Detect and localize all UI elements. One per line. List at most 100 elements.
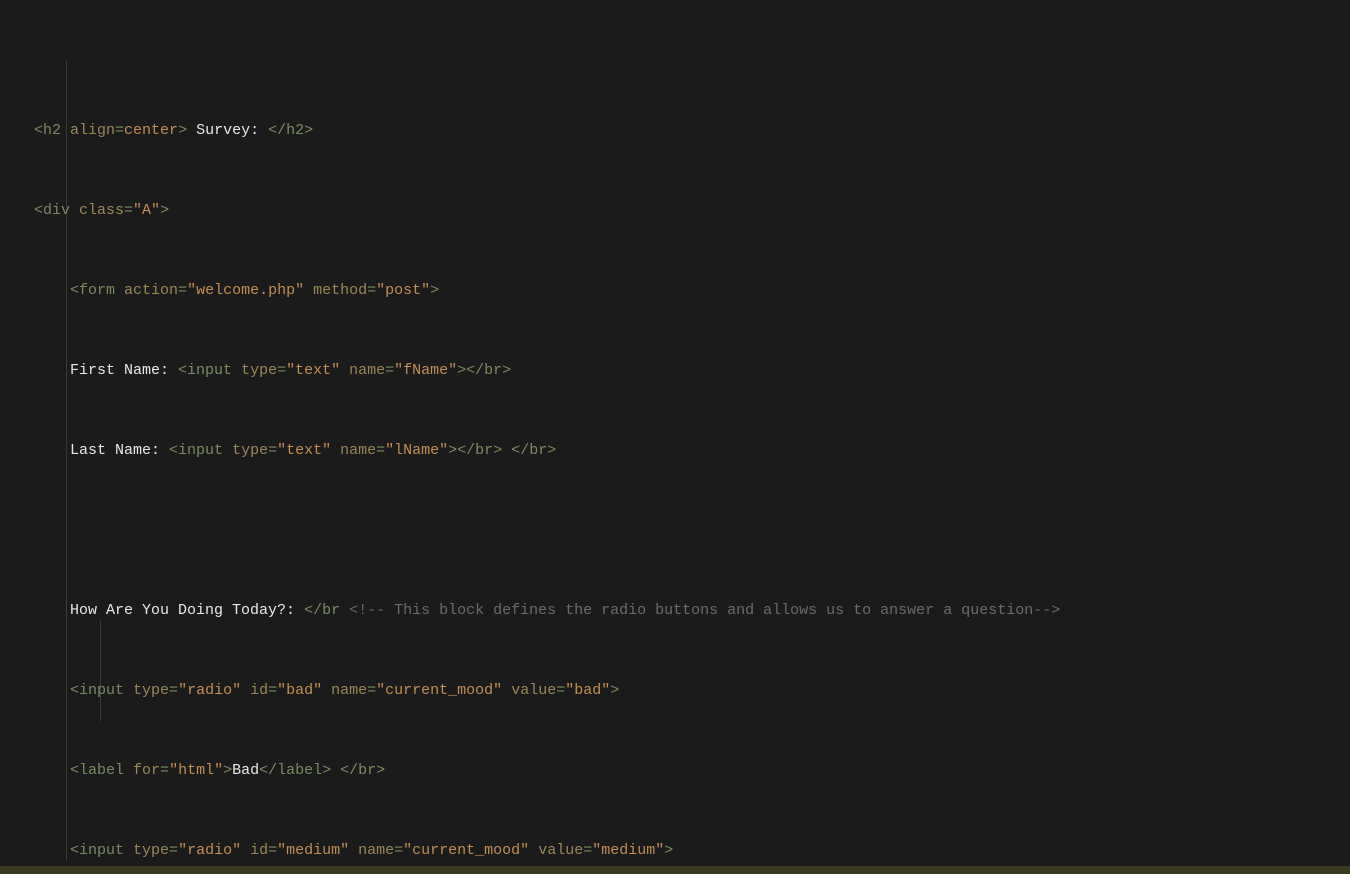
val-token: "post" bbox=[376, 282, 430, 299]
tag-token: </br> bbox=[340, 762, 385, 779]
eq-token: = bbox=[124, 202, 133, 219]
punct-token: > bbox=[610, 682, 619, 699]
attr-token: action bbox=[115, 282, 178, 299]
punct-token: > bbox=[457, 362, 466, 379]
text-token: Bad bbox=[232, 762, 259, 779]
tag-token: </br> bbox=[511, 442, 556, 459]
tag-token: </label> bbox=[259, 762, 331, 779]
tag-token: </br> bbox=[457, 442, 502, 459]
indent-guide bbox=[66, 61, 67, 861]
eq-token: = bbox=[268, 682, 277, 699]
val-token: "welcome.php" bbox=[187, 282, 304, 299]
text-token: Last Name: bbox=[70, 442, 169, 459]
attr-token: type bbox=[223, 442, 268, 459]
indent bbox=[34, 842, 70, 859]
attr-token: name bbox=[349, 842, 394, 859]
status-bar bbox=[0, 866, 1350, 874]
indent bbox=[34, 442, 70, 459]
attr-token: id bbox=[241, 842, 268, 859]
attr-token: class bbox=[70, 202, 124, 219]
eq-token: = bbox=[367, 682, 376, 699]
space bbox=[502, 442, 511, 459]
code-line[interactable]: <div class="A"> bbox=[34, 201, 1350, 221]
val-token: "current_mood" bbox=[403, 842, 529, 859]
tag-token: <div bbox=[34, 202, 70, 219]
punct-token: > bbox=[448, 442, 457, 459]
text-token: Survey: bbox=[187, 122, 268, 139]
code-line[interactable]: Last Name: <input type="text" name="lNam… bbox=[34, 441, 1350, 461]
val-token: "text" bbox=[277, 442, 331, 459]
code-line[interactable]: How Are You Doing Today?: </br <!-- This… bbox=[34, 601, 1350, 621]
val-token: "A" bbox=[133, 202, 160, 219]
eq-token: = bbox=[583, 842, 592, 859]
code-line[interactable]: <h2 align=center> Survey: </h2> bbox=[34, 121, 1350, 141]
tag-token: </h2> bbox=[268, 122, 313, 139]
tag-token: <h2 bbox=[34, 122, 61, 139]
tag-token: <input bbox=[178, 362, 232, 379]
punct-token: > bbox=[160, 202, 169, 219]
eq-token: = bbox=[169, 682, 178, 699]
val-token: "text" bbox=[286, 362, 340, 379]
val-token: "current_mood" bbox=[376, 682, 502, 699]
eq-token: = bbox=[367, 282, 376, 299]
code-editor[interactable]: <h2 align=center> Survey: </h2> <div cla… bbox=[0, 0, 1350, 874]
val-token: "bad" bbox=[277, 682, 322, 699]
indent bbox=[34, 362, 70, 379]
val-token: "fName" bbox=[394, 362, 457, 379]
val-token: "radio" bbox=[178, 842, 241, 859]
indent bbox=[34, 682, 70, 699]
code-line[interactable]: <label for="html">Bad</label> </br> bbox=[34, 761, 1350, 781]
code-line[interactable] bbox=[34, 521, 1350, 541]
code-line[interactable]: First Name: <input type="text" name="fNa… bbox=[34, 361, 1350, 381]
space bbox=[340, 602, 349, 619]
tag-token: <input bbox=[70, 682, 124, 699]
attr-token: type bbox=[232, 362, 277, 379]
text-token: How Are You Doing Today?: bbox=[70, 602, 304, 619]
attr-token: type bbox=[124, 842, 169, 859]
tag-token: <label bbox=[70, 762, 124, 779]
punct-token: > bbox=[664, 842, 673, 859]
tag-token: <input bbox=[70, 842, 124, 859]
attr-token: method bbox=[304, 282, 367, 299]
eq-token: = bbox=[169, 842, 178, 859]
val-token: "lName" bbox=[385, 442, 448, 459]
tag-token: <form bbox=[70, 282, 115, 299]
eq-token: = bbox=[178, 282, 187, 299]
attr-token: id bbox=[241, 682, 268, 699]
attr-token: align bbox=[61, 122, 115, 139]
eq-token: = bbox=[385, 362, 394, 379]
comment-token: <!-- This block defines the radio button… bbox=[349, 602, 1060, 619]
code-line[interactable]: <form action="welcome.php" method="post"… bbox=[34, 281, 1350, 301]
eq-token: = bbox=[115, 122, 124, 139]
indent bbox=[34, 762, 70, 779]
attr-token: value bbox=[529, 842, 583, 859]
tag-token: </br> bbox=[466, 362, 511, 379]
attr-token: for bbox=[124, 762, 160, 779]
indent bbox=[34, 602, 70, 619]
eq-token: = bbox=[394, 842, 403, 859]
eq-token: = bbox=[268, 442, 277, 459]
val-token: "medium" bbox=[592, 842, 664, 859]
eq-token: = bbox=[556, 682, 565, 699]
val-token: center bbox=[124, 122, 178, 139]
code-line[interactable]: <input type="radio" id="medium" name="cu… bbox=[34, 841, 1350, 861]
eq-token: = bbox=[277, 362, 286, 379]
attr-token: name bbox=[322, 682, 367, 699]
eq-token: = bbox=[376, 442, 385, 459]
punct-token: > bbox=[430, 282, 439, 299]
punct-token: > bbox=[178, 122, 187, 139]
text-token: First Name: bbox=[70, 362, 178, 379]
eq-token: = bbox=[268, 842, 277, 859]
val-token: "medium" bbox=[277, 842, 349, 859]
val-token: "radio" bbox=[178, 682, 241, 699]
eq-token: = bbox=[160, 762, 169, 779]
indent-guide bbox=[100, 621, 101, 721]
code-line[interactable]: <input type="radio" id="bad" name="curre… bbox=[34, 681, 1350, 701]
indent bbox=[34, 282, 70, 299]
punct-token: > bbox=[223, 762, 232, 779]
tag-token: </br bbox=[304, 602, 340, 619]
val-token: "bad" bbox=[565, 682, 610, 699]
attr-token: type bbox=[124, 682, 169, 699]
attr-token: name bbox=[331, 442, 376, 459]
attr-token: value bbox=[502, 682, 556, 699]
